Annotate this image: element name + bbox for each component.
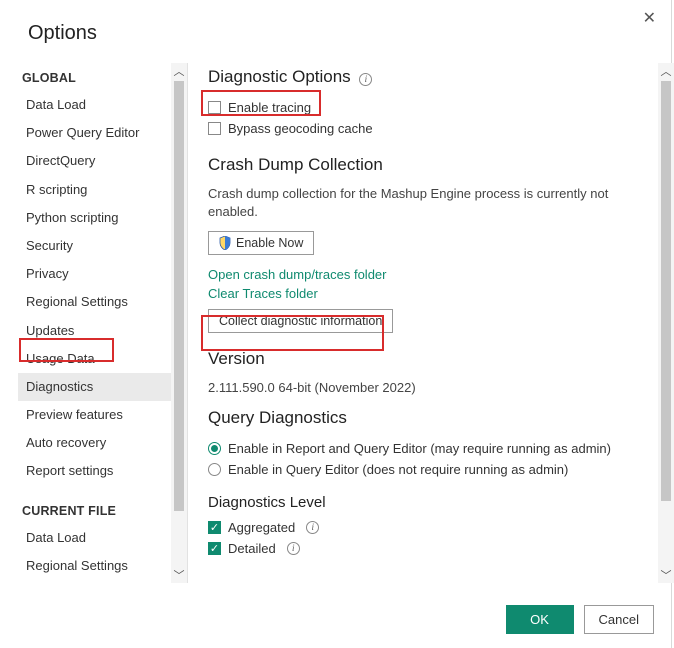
sidebar-item-cf-data-load[interactable]: Data Load (18, 524, 187, 552)
scroll-up-icon[interactable]: ︿ (171, 63, 187, 79)
aggregated-label: Aggregated (228, 520, 295, 535)
crash-dump-desc: Crash dump collection for the Mashup Eng… (208, 185, 654, 221)
qd-radio-2[interactable] (208, 463, 221, 476)
sidebar-item-auto-recovery[interactable]: Auto recovery (18, 429, 187, 457)
info-icon[interactable]: i (287, 542, 300, 555)
detailed-checkbox[interactable]: ✓ (208, 542, 221, 555)
info-icon[interactable]: i (306, 521, 319, 534)
enable-tracing-row[interactable]: Enable tracing (208, 97, 654, 118)
version-text: 2.111.590.0 64-bit (November 2022) (208, 379, 654, 397)
sidebar-item-preview-features[interactable]: Preview features (18, 401, 187, 429)
collect-diagnostic-info-label: Collect diagnostic information (219, 314, 382, 328)
qd-radio-2-label: Enable in Query Editor (does not require… (228, 462, 568, 477)
scroll-down-icon[interactable]: ﹀ (171, 567, 187, 583)
sidebar-item-usage-data[interactable]: Usage Data (18, 345, 187, 373)
sidebar-group-current-file: CURRENT FILE (22, 504, 187, 518)
sidebar-group-global: GLOBAL (22, 71, 187, 85)
crash-dump-header: Crash Dump Collection (208, 155, 654, 175)
shield-icon (219, 236, 231, 250)
dialog-title: Options (0, 0, 674, 63)
sidebar-item-diagnostics[interactable]: Diagnostics (18, 373, 187, 401)
cancel-button[interactable]: Cancel (584, 605, 654, 634)
sidebar-item-security[interactable]: Security (18, 232, 187, 260)
detailed-row[interactable]: ✓ Detailed i (208, 538, 654, 559)
qd-radio-1-label: Enable in Report and Query Editor (may r… (228, 441, 611, 456)
sidebar-item-cf-regional-settings[interactable]: Regional Settings (18, 552, 187, 580)
query-diagnostics-header: Query Diagnostics (208, 408, 654, 428)
ok-button[interactable]: OK (506, 605, 574, 634)
sidebar-item-updates[interactable]: Updates (18, 317, 187, 345)
info-icon[interactable]: i (359, 73, 372, 86)
clear-traces-folder-link[interactable]: Clear Traces folder (208, 284, 654, 303)
sidebar-item-power-query-editor[interactable]: Power Query Editor (18, 119, 187, 147)
qd-radio-1[interactable] (208, 442, 221, 455)
collect-diagnostic-info-button[interactable]: Collect diagnostic information (208, 309, 393, 333)
sidebar-item-report-settings[interactable]: Report settings (18, 457, 187, 485)
scroll-up-icon[interactable]: ︿ (658, 63, 674, 79)
sidebar-item-cf-privacy[interactable]: Privacy (18, 580, 187, 583)
sidebar: GLOBAL Data Load Power Query Editor Dire… (0, 63, 188, 583)
sidebar-item-python-scripting[interactable]: Python scripting (18, 204, 187, 232)
aggregated-checkbox[interactable]: ✓ (208, 521, 221, 534)
dialog-footer: OK Cancel (506, 605, 654, 634)
diagnostic-options-header: Diagnostic Options i (208, 67, 654, 87)
scroll-thumb[interactable] (174, 81, 184, 511)
version-header: Version (208, 349, 654, 369)
qd-option-query-only[interactable]: Enable in Query Editor (does not require… (208, 459, 654, 480)
open-traces-folder-link[interactable]: Open crash dump/traces folder (208, 265, 654, 284)
diagnostics-level-header: Diagnostics Level (208, 494, 654, 511)
aggregated-row[interactable]: ✓ Aggregated i (208, 517, 654, 538)
main-content: Diagnostic Options i Enable tracing Bypa… (188, 63, 674, 583)
bypass-geocoding-label: Bypass geocoding cache (228, 121, 373, 136)
enable-now-button[interactable]: Enable Now (208, 231, 314, 255)
diagnostic-options-label: Diagnostic Options (208, 67, 351, 86)
enable-tracing-label: Enable tracing (228, 100, 311, 115)
sidebar-item-regional-settings[interactable]: Regional Settings (18, 288, 187, 316)
close-icon[interactable]: ✕ (643, 8, 656, 28)
sidebar-item-r-scripting[interactable]: R scripting (18, 176, 187, 204)
sidebar-item-directquery[interactable]: DirectQuery (18, 147, 187, 175)
scroll-down-icon[interactable]: ﹀ (658, 567, 674, 583)
sidebar-item-data-load[interactable]: Data Load (18, 91, 187, 119)
detailed-label: Detailed (228, 541, 276, 556)
sidebar-scrollbar[interactable]: ︿ ﹀ (171, 63, 187, 583)
scroll-thumb[interactable] (661, 81, 671, 501)
enable-tracing-checkbox[interactable] (208, 101, 221, 114)
enable-now-label: Enable Now (236, 236, 303, 250)
qd-option-report-and-query[interactable]: Enable in Report and Query Editor (may r… (208, 438, 654, 459)
bypass-geocoding-row[interactable]: Bypass geocoding cache (208, 118, 654, 139)
main-scrollbar[interactable]: ︿ ﹀ (658, 63, 674, 583)
sidebar-item-privacy[interactable]: Privacy (18, 260, 187, 288)
bypass-geocoding-checkbox[interactable] (208, 122, 221, 135)
